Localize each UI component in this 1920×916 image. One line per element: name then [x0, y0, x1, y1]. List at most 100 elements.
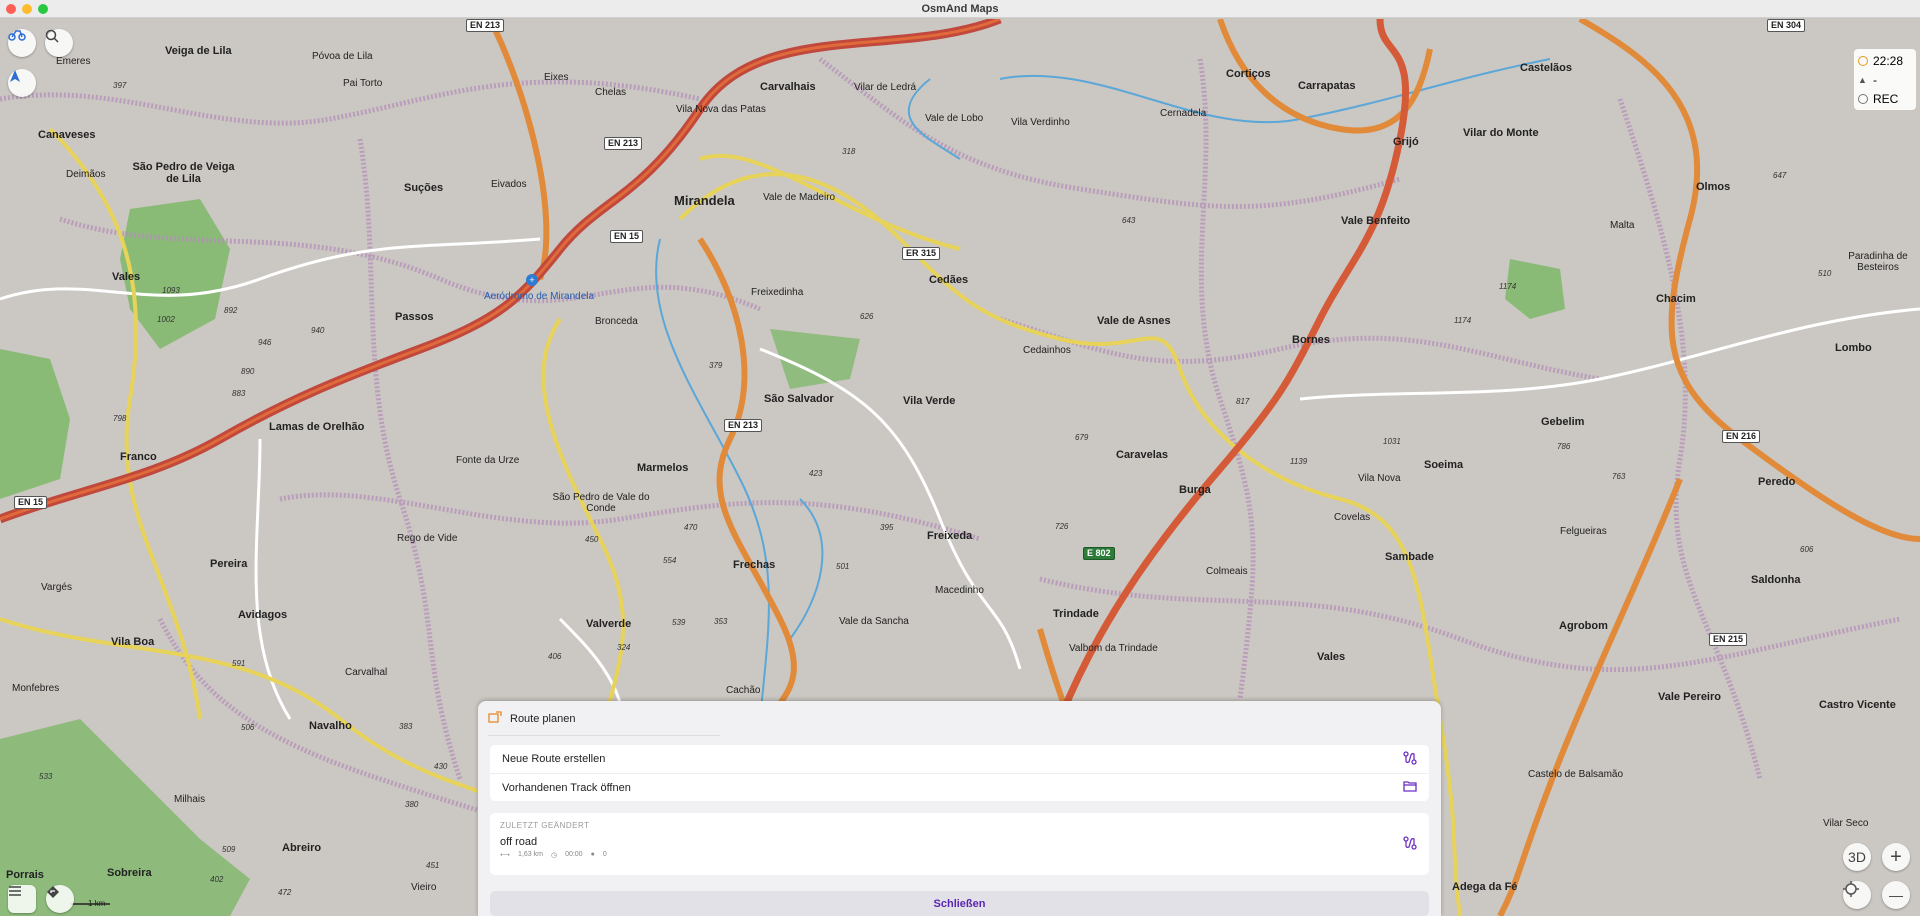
info-widgets[interactable]: 22:28 ▲ - REC	[1854, 49, 1916, 110]
place-label: Passos	[395, 311, 434, 323]
profile-bike-icon[interactable]	[8, 29, 36, 57]
peak-elevation: 1093	[162, 286, 180, 295]
peak-elevation: 395	[880, 523, 894, 532]
road-shield: EN 215	[1709, 633, 1748, 646]
peak-elevation: 892	[224, 306, 238, 315]
place-label: Navalho	[309, 720, 352, 732]
window-title: OsmAnd Maps	[921, 3, 999, 15]
place-label: Milhais	[174, 794, 206, 805]
close-button[interactable]: Schließen	[490, 891, 1429, 916]
place-label: Vila Verde	[903, 395, 956, 407]
peak-elevation: 1174	[1499, 282, 1517, 291]
place-label: Vila Nova das Patas	[676, 104, 766, 115]
peak-elevation: 451	[426, 861, 440, 870]
place-label: Soeima	[1424, 459, 1464, 471]
zoom-window-button[interactable]	[38, 4, 48, 14]
recent-distance: 1,63 km	[518, 851, 543, 858]
airport-icon[interactable]: +	[526, 274, 538, 286]
place-label: Cortiços	[1226, 68, 1271, 80]
place-label: Bornes	[1292, 334, 1330, 346]
folder-icon	[1403, 780, 1417, 795]
zoom-in-button[interactable]: +	[1882, 843, 1910, 871]
place-label: Bronceda	[595, 316, 638, 327]
place-label: Sambade	[1385, 551, 1434, 563]
place-label: Freixeda	[927, 530, 973, 542]
altitude-value: -	[1873, 72, 1877, 87]
place-label: Vale de Lobo	[925, 113, 984, 124]
peak-elevation: 940	[311, 326, 325, 335]
place-label: Adega da Fé	[1452, 881, 1518, 893]
navigation-icon[interactable]	[46, 885, 74, 913]
rec-widget[interactable]: REC	[1858, 89, 1912, 108]
peak-elevation: 380	[405, 800, 419, 809]
place-label: Vilar do Monte	[1463, 127, 1539, 139]
road-shield: EN 15	[610, 230, 644, 243]
place-label: Vila Verdinho	[1011, 117, 1070, 128]
peak-elevation: 817	[1236, 397, 1250, 406]
duration-icon: ◷	[550, 852, 558, 859]
road-shield: EN 213	[604, 137, 643, 150]
place-label: Gebelim	[1541, 416, 1585, 428]
sheet-header: Route planen	[488, 711, 720, 736]
place-label: Cachão	[726, 685, 761, 696]
place-label: Vila Nova	[1358, 473, 1401, 484]
peak-elevation: 450	[585, 535, 599, 544]
minimize-window-button[interactable]	[22, 4, 32, 14]
peak-elevation: 591	[232, 659, 246, 668]
place-label: Trindade	[1053, 608, 1099, 620]
recent-card: ZULETZT GEÄNDERT off road ⟷ 1,63 km ◷ 00…	[490, 813, 1429, 875]
peak-elevation: 647	[1773, 171, 1787, 180]
title-bar: OsmAnd Maps	[0, 0, 1920, 18]
place-label: Suções	[404, 182, 444, 194]
place-label: Castelo de Balsamão	[1528, 769, 1624, 780]
search-icon[interactable]	[45, 29, 73, 57]
close-window-button[interactable]	[6, 4, 16, 14]
place-label: Porrais	[6, 869, 44, 881]
peak-elevation: 554	[663, 556, 677, 565]
open-track-button[interactable]: Vorhandenen Track öffnen	[490, 773, 1429, 801]
place-label: Pereira	[210, 558, 248, 570]
altitude-widget[interactable]: ▲ -	[1858, 70, 1912, 89]
peak-elevation: 430	[434, 762, 448, 771]
place-label: São Pedro de Vale do Conde	[552, 492, 650, 514]
road-shield: EN 216	[1722, 430, 1761, 443]
recent-track-item[interactable]: off road ⟷ 1,63 km ◷ 00:00 ● 0	[490, 830, 1429, 859]
place-label: Cernadela	[1160, 108, 1207, 119]
peak-elevation: 1031	[1383, 437, 1401, 446]
road-shield: E 802	[1083, 547, 1115, 560]
time-widget[interactable]: 22:28	[1858, 51, 1912, 70]
place-label: Carrapatas	[1298, 80, 1356, 92]
distance-icon: ⟷	[500, 852, 511, 859]
place-label: Castelãos	[1520, 62, 1572, 74]
place-label: Vale de Madeiro	[763, 192, 836, 203]
place-label: Cedães	[929, 274, 969, 286]
route-icon	[1403, 836, 1417, 855]
peak-elevation: 324	[617, 643, 631, 652]
place-label: Vale de Asnes	[1097, 315, 1171, 327]
scale-label: 1 km	[88, 899, 106, 908]
place-label: Lombo	[1835, 342, 1872, 354]
recent-track-meta: ⟷ 1,63 km ◷ 00:00 ● 0	[490, 848, 1429, 859]
peak-elevation: 726	[1055, 522, 1069, 531]
place-label: Burga	[1179, 484, 1211, 496]
place-label: Abreiro	[282, 842, 322, 854]
plan-route-sheet: Route planen Neue Route erstellen Vorhan…	[478, 701, 1441, 916]
peak-elevation: 643	[1122, 216, 1136, 225]
new-route-button[interactable]: Neue Route erstellen	[490, 745, 1429, 773]
peak-elevation: 318	[842, 147, 856, 156]
peak-elevation: 383	[399, 722, 413, 731]
peak-elevation: 509	[222, 845, 236, 854]
place-label: Vilar Seco	[1823, 818, 1869, 829]
place-label: São Pedro de Veiga de Lila	[132, 161, 235, 185]
zoom-out-button[interactable]: —	[1882, 881, 1910, 909]
peak-elevation: 533	[39, 772, 53, 781]
compass-icon[interactable]	[8, 69, 36, 97]
peak-elevation: 1002	[157, 315, 175, 324]
sheet-title: Route planen	[510, 712, 576, 725]
my-location-icon[interactable]	[1843, 881, 1871, 909]
place-label: Vales	[112, 271, 141, 283]
route-actions: Neue Route erstellen Vorhandenen Track ö…	[490, 745, 1429, 801]
menu-icon[interactable]	[8, 885, 36, 913]
place-label: Rego de Vide	[397, 533, 458, 544]
3d-mode-button[interactable]: 3D	[1843, 843, 1871, 871]
